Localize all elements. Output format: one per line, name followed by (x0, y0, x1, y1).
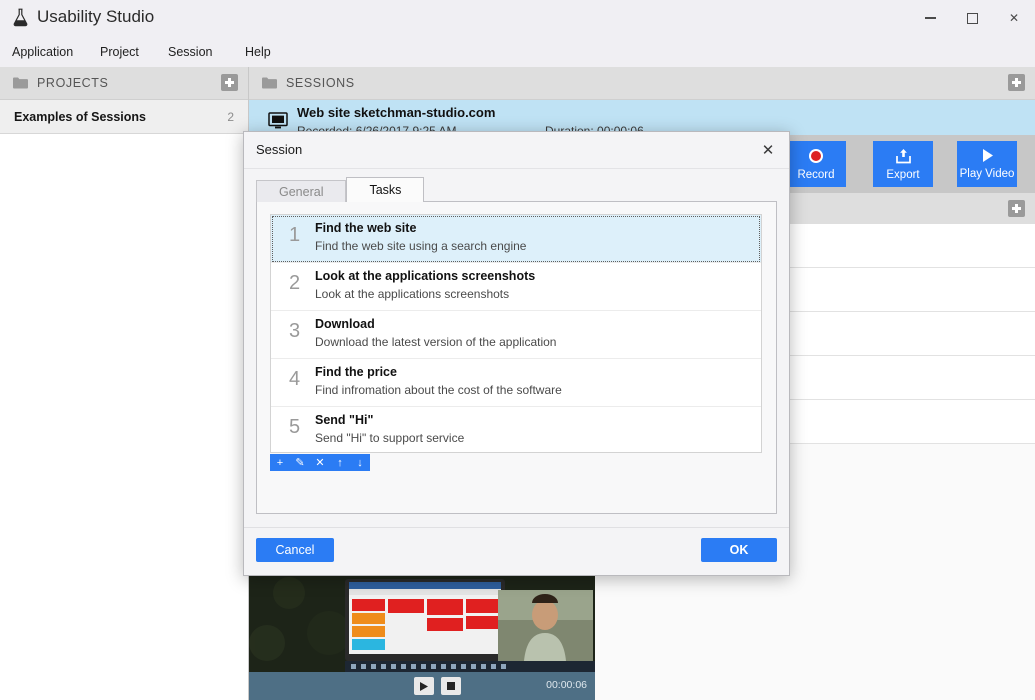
record-dot-icon (808, 148, 824, 167)
minimize-button[interactable] (909, 0, 951, 36)
application-window: Usability Studio ✕ Application Project Ses… (0, 0, 1035, 700)
minimize-icon (924, 17, 936, 19)
dialog-task-item[interactable]: 5 Send "Hi" Send "Hi" to support service (271, 407, 761, 452)
tab-general[interactable]: General (256, 180, 347, 202)
ok-button[interactable]: OK (701, 538, 777, 562)
video-controls: 00:00:06 (249, 672, 595, 700)
project-list-item[interactable]: Examples of Sessions 2 (0, 100, 248, 134)
dialog-body: General Tasks 1 Find the web site Find the … (244, 168, 789, 528)
dialog-task-number: 4 (289, 368, 301, 390)
close-button[interactable]: ✕ (993, 0, 1035, 36)
tasks-listbox[interactable]: 1 Find the web site Find the web site usin… (270, 214, 762, 453)
projects-panel-title: PROJECTS (37, 76, 109, 90)
add-task-button[interactable]: + (270, 454, 290, 471)
dialog-close-button[interactable]: ✕ (755, 138, 781, 162)
menu-item-help[interactable]: Help (245, 41, 271, 63)
maximize-icon (966, 12, 978, 24)
title-bar: Usability Studio ✕ (0, 0, 1035, 36)
play-button[interactable] (414, 677, 434, 695)
dialog-task-description: Send "Hi" to support service (315, 431, 465, 445)
dialog-task-description: Find the web site using a search engine (315, 239, 527, 253)
sessions-panel-title: SESSIONS (286, 76, 355, 90)
dialog-footer: Cancel OK (244, 527, 789, 575)
sessions-panel-header: SESSIONS (249, 67, 1035, 100)
delete-task-button[interactable]: ✕ (310, 454, 330, 471)
tasks-list-toolbar: + ✎ ✕ ↑ ↓ (270, 454, 370, 471)
dialog-task-description: Look at the applications screenshots (315, 287, 510, 301)
export-button[interactable]: Export (873, 141, 933, 187)
play-icon (420, 681, 428, 691)
add-task-button[interactable] (1008, 200, 1025, 217)
dialog-tabs: General Tasks (256, 177, 425, 202)
projects-list: Examples of Sessions 2 (0, 100, 248, 134)
play-icon (980, 148, 995, 166)
menu-item-session[interactable]: Session (168, 41, 212, 63)
dialog-task-name: Find the price (315, 365, 397, 379)
maximize-button[interactable] (951, 0, 993, 36)
dialog-title: Session (256, 142, 303, 157)
dialog-task-number: 5 (289, 416, 301, 438)
dialog-task-item[interactable]: 2 Look at the applications screenshots Loo… (271, 263, 761, 311)
dialog-task-description: Find infromation about the cost of the s… (315, 383, 562, 397)
monitor-icon (268, 112, 288, 129)
project-name: Examples of Sessions (14, 109, 147, 124)
close-icon: ✕ (1008, 11, 1020, 25)
window-controls: ✕ (909, 0, 1035, 36)
folder-icon (262, 77, 277, 89)
close-icon: ✕ (761, 142, 775, 159)
dialog-task-description: Download the latest version of the appli… (315, 335, 557, 349)
dialog-header: Session ✕ (244, 132, 789, 169)
edit-task-button[interactable]: ✎ (290, 454, 310, 471)
tab-tasks[interactable]: Tasks (346, 177, 425, 202)
flask-icon (13, 8, 28, 26)
cancel-button[interactable]: Cancel (256, 538, 334, 562)
stop-icon (447, 682, 455, 690)
menu-item-application[interactable]: Application (12, 41, 73, 63)
tasks-tab-panel: 1 Find the web site Find the web site usin… (256, 201, 777, 514)
menu-bar: Application Project Session Help (0, 36, 1035, 67)
projects-panel: PROJECTS Examples of Sessions 2 (0, 67, 249, 700)
projects-panel-header: PROJECTS (0, 67, 248, 100)
dialog-task-item[interactable]: 1 Find the web site Find the web site usin… (271, 215, 761, 263)
session-title: Web site sketchman-studio.com (297, 105, 496, 120)
add-project-button[interactable] (221, 74, 238, 91)
dialog-task-name: Look at the applications screenshots (315, 269, 536, 283)
move-task-up-button[interactable]: ↑ (330, 454, 350, 471)
app-title: Usability Studio (12, 7, 154, 27)
session-dialog: Session ✕ General Tasks 1 Find the web sit… (243, 131, 790, 576)
folder-icon (13, 77, 28, 89)
dialog-task-name: Find the web site (315, 221, 417, 235)
dialog-task-name: Download (315, 317, 375, 331)
action-button-label: Record (797, 168, 835, 181)
dialog-task-item[interactable]: 3 Download Download the latest version of … (271, 311, 761, 359)
move-task-down-button[interactable]: ↓ (350, 454, 370, 471)
action-button-label: Play Video (959, 168, 1015, 180)
stop-button[interactable] (441, 677, 461, 695)
dialog-task-name: Send "Hi" (315, 413, 374, 427)
project-session-count: 2 (227, 109, 234, 124)
dialog-task-item[interactable]: 4 Find the price Find infromation about th… (271, 359, 761, 407)
export-icon (895, 148, 912, 167)
add-session-button[interactable] (1008, 74, 1025, 91)
video-frame (249, 573, 595, 672)
app-title-text: Usability Studio (37, 7, 155, 26)
video-time: 00:00:06 (546, 679, 587, 691)
dialog-task-number: 3 (289, 320, 301, 342)
dialog-task-number: 2 (289, 272, 301, 294)
play-video-button[interactable]: Play Video (957, 141, 1017, 187)
record-button[interactable]: Record (786, 141, 846, 187)
dialog-task-number: 1 (289, 224, 301, 246)
menu-item-project[interactable]: Project (100, 41, 139, 63)
action-button-label: Export (886, 168, 920, 181)
video-preview[interactable]: 00:00:06 (249, 573, 595, 700)
